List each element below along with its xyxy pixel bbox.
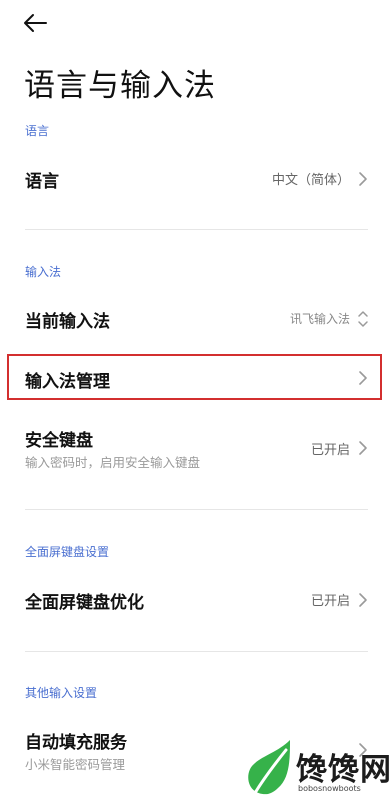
row-value: 讯飞输入法 xyxy=(289,312,350,326)
highlight-box xyxy=(7,354,382,400)
row-fullscreen-keyboard-optimization[interactable]: 全面屏键盘优化 已开启 xyxy=(0,578,392,622)
chevron-right-icon xyxy=(359,441,367,455)
divider xyxy=(25,509,368,510)
row-value: 已开启 xyxy=(310,443,350,458)
row-secure-keyboard[interactable]: 安全键盘 输入密码时，启用安全输入键盘 已开启 xyxy=(0,420,392,476)
row-title: 自动填充服务 xyxy=(25,733,127,753)
section-header-language: 语言 xyxy=(25,124,50,138)
back-button[interactable] xyxy=(22,8,58,38)
row-title: 语言 xyxy=(25,172,59,192)
row-title: 全面屏键盘优化 xyxy=(25,593,144,613)
row-title: 当前输入法 xyxy=(25,312,110,332)
section-header-other-input: 其他输入设置 xyxy=(25,686,98,700)
section-header-input-method: 输入法 xyxy=(25,265,62,279)
chevron-right-icon xyxy=(359,172,367,186)
row-subtitle: 输入密码时，启用安全输入键盘 xyxy=(25,455,201,470)
leaf-logo-icon xyxy=(248,740,290,800)
section-header-fullscreen-keyboard: 全面屏键盘设置 xyxy=(25,545,110,559)
row-language[interactable]: 语言 中文（简体） xyxy=(0,157,392,201)
watermark-url: bobosnowboots xyxy=(298,784,361,793)
divider xyxy=(25,651,368,652)
divider xyxy=(25,229,368,230)
chevron-up-down-icon xyxy=(358,311,368,327)
row-current-input-method[interactable]: 当前输入法 讯飞输入法 xyxy=(0,297,392,341)
row-title: 安全键盘 xyxy=(25,431,93,451)
watermark-text: 馋馋网 xyxy=(296,752,392,788)
row-value: 已开启 xyxy=(310,594,350,609)
row-value: 中文（简体） xyxy=(271,173,350,188)
page-title: 语言与输入法 xyxy=(24,68,216,104)
back-arrow-icon xyxy=(24,14,47,32)
chevron-right-icon xyxy=(359,593,367,607)
row-subtitle: 小米智能密码管理 xyxy=(25,757,126,772)
